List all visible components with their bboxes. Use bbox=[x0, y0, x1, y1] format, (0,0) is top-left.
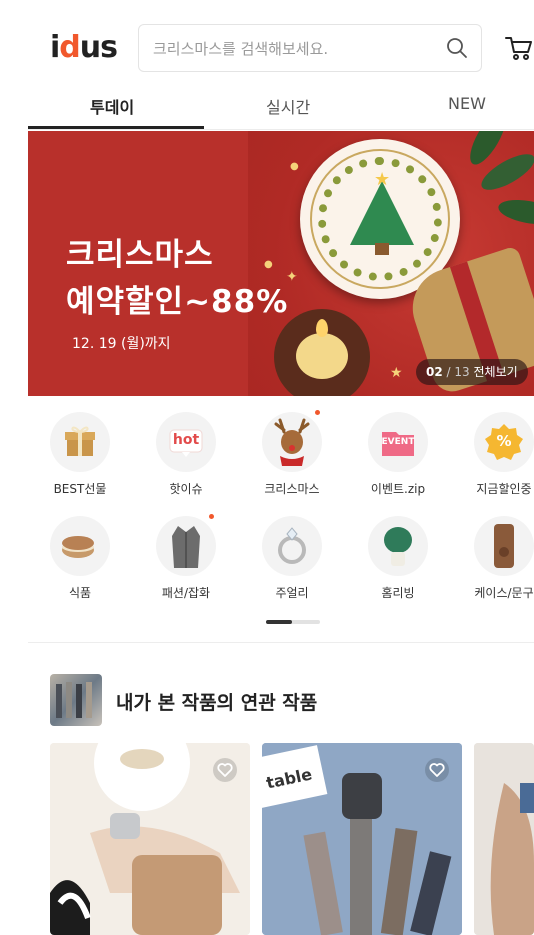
sparkle-icon: ● bbox=[290, 161, 299, 172]
category-label: BEST선물 bbox=[53, 482, 107, 496]
app-frame: idus 크리스마스를 검색해보세요. 투데이 실시간 NEW ★ ● ● ✦ … bbox=[28, 0, 534, 935]
promo-banner[interactable]: ★ ● ● ✦ ★ 크리스마스 예약할인~88% 12. 19 (월)까지 02… bbox=[28, 131, 534, 396]
tree-trunk bbox=[375, 243, 389, 255]
banner-date: 12. 19 (월)까지 bbox=[72, 336, 171, 352]
category-best-gift[interactable]: BEST선물 bbox=[32, 412, 128, 497]
counter-current: 02 bbox=[426, 365, 443, 379]
category-pager bbox=[266, 620, 320, 624]
category-label: 주얼리 bbox=[275, 586, 309, 600]
candle-body bbox=[296, 333, 348, 379]
counter-total: 13 bbox=[454, 365, 470, 379]
tab-today[interactable]: 투데이 bbox=[90, 94, 134, 118]
search-icon[interactable] bbox=[445, 36, 469, 60]
category-label: 크리스마스 bbox=[264, 482, 320, 496]
category-pager-fill bbox=[266, 620, 292, 624]
related-section-title: 내가 본 작품의 연관 작품 bbox=[116, 692, 318, 714]
idus-logo[interactable]: idus bbox=[50, 30, 118, 66]
candle-image bbox=[274, 309, 370, 396]
tree-cookie bbox=[350, 181, 414, 245]
gift-box-icon bbox=[50, 412, 110, 472]
hot-icon: hot bbox=[156, 412, 216, 472]
event-icon-text: EVENT bbox=[381, 437, 415, 447]
category-label: 케이스/문구 bbox=[474, 586, 534, 600]
category-label: 홈리빙 bbox=[381, 586, 415, 600]
plant-icon bbox=[368, 516, 428, 576]
event-icon: EVENT bbox=[368, 412, 428, 472]
product-image bbox=[474, 743, 534, 935]
star-icon: ★ bbox=[374, 169, 391, 190]
category-discount[interactable]: % 지금할인중 bbox=[456, 412, 534, 497]
percent-icon: % bbox=[474, 412, 534, 472]
banner-title-line1: 크리스마스 bbox=[66, 237, 214, 273]
reindeer-icon bbox=[262, 410, 322, 472]
tab-new[interactable]: NEW bbox=[448, 94, 486, 113]
new-badge-dot bbox=[209, 514, 214, 519]
sparkle-icon: ★ bbox=[390, 365, 403, 381]
sparkle-icon: ● bbox=[264, 259, 273, 270]
section-divider bbox=[28, 642, 534, 643]
heart-icon[interactable] bbox=[424, 757, 450, 783]
category-hot-issue[interactable]: hot 핫이슈 bbox=[138, 412, 234, 497]
header: idus 크리스마스를 검색해보세요. bbox=[28, 22, 534, 74]
category-label: 핫이슈 bbox=[169, 482, 203, 496]
product-card[interactable] bbox=[474, 743, 534, 935]
logo-text: idus bbox=[50, 30, 118, 65]
category-label: 패션/잡화 bbox=[161, 586, 211, 600]
macaron-icon bbox=[50, 516, 110, 576]
banner-title-line2: 예약할인~88% bbox=[66, 284, 289, 320]
phone-case-icon bbox=[474, 516, 534, 576]
category-food[interactable]: 식품 bbox=[32, 516, 128, 601]
category-jewelry[interactable]: 주얼리 bbox=[244, 516, 340, 601]
top-tabs: 투데이 실시간 NEW bbox=[28, 86, 534, 130]
category-label: 식품 bbox=[68, 586, 92, 600]
recent-view-thumbnail[interactable] bbox=[50, 674, 102, 726]
search-placeholder: 크리스마스를 검색해보세요. bbox=[153, 40, 329, 58]
counter-separator: / bbox=[442, 365, 455, 379]
counter-view-all: 전체보기 bbox=[473, 365, 518, 379]
cart-icon[interactable] bbox=[504, 34, 534, 62]
new-badge-dot bbox=[315, 410, 320, 415]
ring-icon bbox=[262, 516, 322, 576]
category-event[interactable]: EVENT 이벤트.zip bbox=[350, 412, 446, 497]
category-label: 지금할인중 bbox=[476, 482, 532, 496]
category-grid: BEST선물 hot 핫이슈 크리스마스 EVENT 이벤트.zip % 지금할… bbox=[28, 410, 534, 602]
category-home-living[interactable]: 홈리빙 bbox=[350, 516, 446, 601]
hot-icon-text: hot bbox=[172, 432, 200, 448]
category-christmas[interactable]: 크리스마스 bbox=[244, 410, 340, 497]
heart-icon[interactable] bbox=[212, 757, 238, 783]
category-fashion[interactable]: 패션/잡화 bbox=[138, 514, 234, 601]
percent-icon-text: % bbox=[496, 432, 512, 450]
coat-icon bbox=[156, 514, 216, 576]
product-card[interactable]: table bbox=[262, 743, 462, 935]
category-case-stationery[interactable]: 케이스/문구 bbox=[456, 516, 534, 601]
banner-counter[interactable]: 02 / 13 전체보기 bbox=[416, 359, 528, 385]
category-label: 이벤트.zip bbox=[370, 482, 426, 496]
product-card[interactable] bbox=[50, 743, 250, 935]
candle-flame bbox=[316, 319, 328, 337]
search-bar[interactable]: 크리스마스를 검색해보세요. bbox=[138, 24, 482, 72]
tab-realtime[interactable]: 실시간 bbox=[266, 94, 310, 118]
active-tab-indicator bbox=[28, 126, 204, 129]
